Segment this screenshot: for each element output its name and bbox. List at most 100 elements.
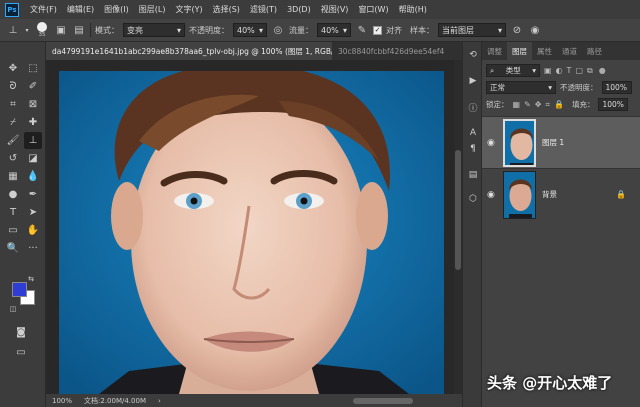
status-menu-arrow[interactable]: › (158, 397, 161, 405)
move-tool-icon[interactable]: ✥ (4, 60, 22, 77)
brush-settings-icon[interactable]: ▣ (54, 23, 68, 37)
history-brush-tool-icon[interactable]: ↺ (4, 150, 22, 167)
scrollbar-thumb[interactable] (455, 150, 461, 270)
clone-stamp-icon[interactable]: ⊥ (6, 23, 20, 37)
eyedropper-tool-icon[interactable]: ⌿ (4, 114, 22, 131)
tab-properties[interactable]: 属性 (532, 42, 557, 60)
zoom-tool-icon[interactable]: 🔍 (4, 240, 22, 257)
aligned-checkbox[interactable]: ✓ (373, 25, 382, 35)
document-tab-inactive[interactable]: 30c8840fcbbf426d9ee54ef4 (332, 42, 462, 60)
canvas-area[interactable] (46, 60, 454, 394)
eye-icon[interactable]: ◉ (487, 138, 497, 148)
menu-view[interactable]: 视图(V) (316, 4, 354, 15)
dodge-tool-icon[interactable]: ● (4, 186, 22, 203)
quick-select-tool-icon[interactable]: ✐ (24, 78, 42, 95)
clone-source-icon[interactable]: ▤ (72, 23, 86, 37)
opacity-field[interactable]: 40% ▾ (233, 23, 267, 37)
pressure-opacity-icon[interactable]: ◎ (271, 23, 285, 37)
tab-layers[interactable]: 图层 (507, 42, 532, 60)
hand-tool-icon[interactable]: ✋ (24, 222, 42, 239)
eye-icon[interactable]: ◉ (487, 190, 497, 200)
menu-edit[interactable]: 编辑(E) (62, 4, 99, 15)
pixel-filter-icon[interactable]: ▣ (544, 66, 552, 75)
info-icon[interactable]: ⓘ (466, 100, 480, 114)
pressure-size-icon[interactable]: ◉ (528, 23, 542, 37)
brush-preset-picker[interactable]: 35 (34, 22, 50, 38)
lock-image-icon[interactable]: ✎ (524, 100, 531, 109)
chevron-down-icon: ▾ (548, 83, 552, 92)
flow-field[interactable]: 40% ▾ (317, 23, 351, 37)
layer-name: 背景 (542, 190, 557, 199)
default-colors-icon[interactable]: ◫ (8, 304, 18, 314)
document-image[interactable] (59, 71, 444, 394)
3d-icon[interactable]: ⬡ (466, 192, 480, 206)
tab-title: da4799191e1641b1abc299ae8b378aa6_tplv-ob… (52, 46, 332, 56)
tab-channels[interactable]: 通道 (557, 42, 582, 60)
play-actions-icon[interactable]: ▶ (466, 74, 480, 88)
adjustment-filter-icon[interactable]: ◐ (556, 66, 563, 75)
properties-icon[interactable]: ▤ (466, 168, 480, 182)
options-bar: ⊥ ▾ 35 ▣ ▤ 模式： 变亮 ▾ 不透明度： 40% ▾ ◎ 流量： 40% ▾… (0, 19, 640, 42)
history-icon[interactable]: ⟲ (466, 48, 480, 62)
blend-row: 正常 ▾ 不透明度： 100% (482, 79, 640, 96)
foreground-color-swatch[interactable] (12, 282, 27, 297)
mode-select[interactable]: 变亮 ▾ (123, 23, 185, 37)
menu-window[interactable]: 窗口(W) (353, 4, 393, 15)
marquee-tool-icon[interactable]: ⬚ (24, 60, 42, 77)
layer-opacity-field[interactable]: 100% (601, 81, 632, 94)
gradient-tool-icon[interactable]: ▦ (4, 168, 22, 185)
tab-paths[interactable]: 路径 (582, 42, 607, 60)
smart-object-filter-icon[interactable]: ⧉ (587, 66, 593, 76)
airbrush-icon[interactable]: ✎ (355, 23, 369, 37)
vertical-scrollbar[interactable] (454, 60, 462, 394)
screen-mode-icon[interactable]: ▭ (12, 344, 30, 361)
layer-row[interactable]: ◉ 图层 1 (482, 116, 640, 168)
menu-select[interactable]: 选择(S) (208, 4, 245, 15)
type-filter-icon[interactable]: T (567, 66, 572, 75)
mode-value: 变亮 (127, 25, 143, 35)
zoom-level[interactable]: 100% (52, 397, 72, 405)
quick-mask-icon[interactable]: ◙ (12, 324, 30, 341)
menu-filter[interactable]: 滤镜(T) (245, 4, 282, 15)
chevron-down-icon[interactable]: ▾ (24, 23, 30, 37)
menu-type[interactable]: 文字(Y) (170, 4, 207, 15)
lock-label: 锁定： (486, 100, 509, 109)
menu-file[interactable]: 文件(F) (25, 4, 62, 15)
swap-colors-icon[interactable]: ⇆ (26, 274, 36, 284)
crop-tool-icon[interactable]: ⌗ (4, 96, 22, 113)
brush-tool-icon[interactable]: 🖌 (4, 132, 22, 149)
blur-tool-icon[interactable]: 💧 (24, 168, 42, 185)
blend-mode-select[interactable]: 正常 ▾ (486, 81, 556, 94)
opacity-value: 40% (237, 25, 255, 35)
lock-all-icon[interactable]: 🔒 (554, 100, 564, 109)
tab-adjustments[interactable]: 调整 (482, 42, 507, 60)
pen-tool-icon[interactable]: ✒ (24, 186, 42, 203)
menu-help[interactable]: 帮助(H) (394, 4, 432, 15)
more-tools-icon[interactable]: ··· (24, 240, 42, 257)
lock-artboard-icon[interactable]: ⌗ (545, 100, 550, 110)
type-tool-icon[interactable]: T (4, 204, 22, 221)
healing-brush-tool-icon[interactable]: ✚ (24, 114, 42, 131)
lasso-tool-icon[interactable]: ᘐ (4, 78, 22, 95)
eraser-tool-icon[interactable]: ◪ (24, 150, 42, 167)
fill-field[interactable]: 100% (598, 98, 629, 111)
sample-select[interactable]: 当前图层 ▾ (438, 23, 506, 37)
frame-tool-icon[interactable]: ⊠ (24, 96, 42, 113)
layer-row[interactable]: ◉ 背景 🔒 (482, 168, 640, 220)
path-select-tool-icon[interactable]: ➤ (24, 204, 42, 221)
paragraph-icon[interactable]: ¶ (466, 142, 480, 156)
lock-transparent-icon[interactable]: ▦ (513, 100, 521, 109)
document-tab-active[interactable]: da4799191e1641b1abc299ae8b378aa6_tplv-ob… (46, 42, 332, 60)
shape-tool-icon[interactable]: ▭ (4, 222, 22, 239)
lock-position-icon[interactable]: ✥ (535, 100, 542, 109)
menu-3d[interactable]: 3D(D) (282, 5, 316, 14)
ignore-adjustment-icon[interactable]: ⊘ (510, 23, 524, 37)
filter-kind-select[interactable]: ⌕ 类型 ▾ (486, 64, 540, 77)
shape-filter-icon[interactable]: ▢ (575, 66, 583, 75)
horizontal-scrollbar[interactable] (352, 397, 413, 404)
clone-stamp-tool-icon[interactable]: ⊥ (24, 132, 42, 149)
filter-toggle-icon[interactable]: ● (599, 66, 606, 75)
menu-image[interactable]: 图像(I) (99, 4, 134, 15)
menu-layer[interactable]: 图层(L) (134, 4, 171, 15)
character-icon[interactable]: A (466, 126, 480, 140)
